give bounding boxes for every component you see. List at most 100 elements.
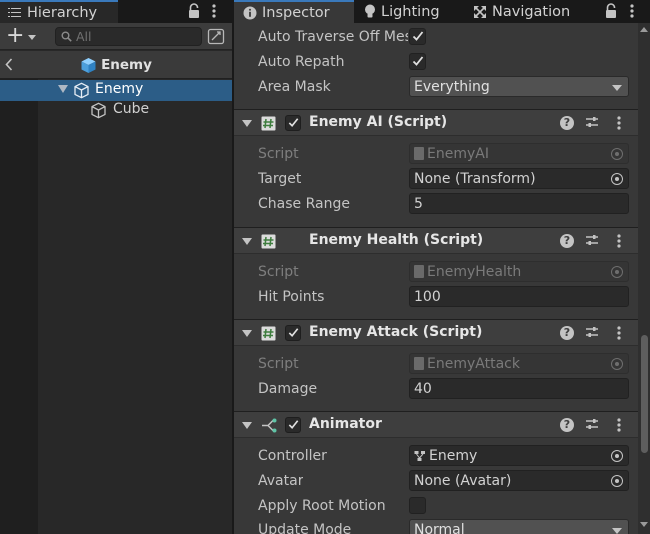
hierarchy-search-input[interactable] [76,29,196,44]
script-field: EnemyHealth [409,261,629,282]
component-enabled-checkbox[interactable] [285,115,301,131]
scroll-down-arrow-icon[interactable] [640,522,648,527]
collapse-arrow-icon[interactable] [242,422,252,429]
inspector-tab-bar: Inspector Lighting Navigation [234,0,650,23]
plus-icon: + [6,23,25,48]
target-value: None (Transform) [414,170,536,187]
script-file-icon [414,147,424,160]
tab-inspector[interactable]: Inspector [234,0,354,23]
checkmark-icon [412,56,424,66]
update-mode-dropdown[interactable]: Normal [409,519,629,534]
gameobject-cube-icon [91,102,106,119]
area-mask-label: Area Mask [258,79,331,95]
auto-traverse-checkbox[interactable] [409,28,426,45]
script-icon [261,116,276,131]
kebab-menu-icon[interactable] [614,417,624,433]
object-picker-icon[interactable] [611,450,623,462]
script-label: Script [258,356,299,372]
lock-icon[interactable] [604,3,618,19]
kebab-menu-icon[interactable] [209,3,219,19]
tab-navigation[interactable]: Navigation [473,0,593,23]
chevron-down-icon [612,528,622,534]
animator-controller-icon [414,450,425,461]
tab-hierarchy[interactable]: Hierarchy [0,0,118,23]
expand-arrow-icon[interactable] [58,85,68,93]
info-icon [243,6,257,19]
update-mode-label: Update Mode [258,522,352,534]
presets-icon[interactable] [585,115,599,129]
help-icon[interactable]: ? [560,418,574,432]
script-icon [261,234,276,249]
damage-field[interactable]: 40 [409,378,629,399]
help-icon[interactable]: ? [560,326,574,340]
animator-icon [262,418,277,433]
component-enabled-checkbox[interactable] [285,417,301,433]
component-header-enemy-ai[interactable]: Enemy AI (Script) ? [234,109,638,136]
chase-range-value: 5 [414,195,423,212]
avatar-value: None (Avatar) [414,472,512,489]
script-value: EnemyAttack [427,355,520,372]
presets-icon[interactable] [585,417,599,431]
script-label: Script [258,264,299,280]
avatar-field[interactable]: None (Avatar) [409,470,629,491]
inspector-scrollbar[interactable] [638,23,650,534]
object-picker-icon [611,148,623,160]
component-title: Enemy AI (Script) [309,114,448,130]
collapse-arrow-icon[interactable] [242,120,252,127]
hierarchy-panel: Hierarchy + All Enemy Enemy Cube [0,0,232,534]
hierarchy-row-enemy[interactable]: Enemy [0,80,232,101]
lock-icon[interactable] [187,3,201,19]
collapse-arrow-icon[interactable] [242,238,252,245]
auto-repath-checkbox[interactable] [409,53,426,70]
hierarchy-row-cube[interactable]: Cube [38,101,232,121]
damage-label: Damage [258,381,318,397]
controller-label: Controller [258,448,327,464]
object-picker-icon[interactable] [611,475,623,487]
help-icon[interactable]: ? [560,116,574,130]
damage-value: 40 [414,380,432,397]
script-value: EnemyAI [427,145,489,162]
add-object-button[interactable]: + [4,23,40,48]
apply-root-motion-checkbox[interactable] [409,497,426,514]
script-icon [261,326,276,341]
component-title: Animator [309,416,382,432]
help-icon[interactable]: ? [560,234,574,248]
target-field[interactable]: None (Transform) [409,168,629,189]
kebab-menu-icon[interactable] [614,115,624,131]
avatar-label: Avatar [258,473,304,489]
kebab-menu-icon[interactable] [614,325,624,341]
area-mask-dropdown[interactable]: Everything [409,76,629,97]
kebab-menu-icon[interactable] [627,3,637,19]
kebab-menu-icon[interactable] [614,233,624,249]
auto-traverse-label: Auto Traverse Off Mesh Link [258,29,408,45]
apply-root-motion-label: Apply Root Motion [258,498,386,514]
component-header-animator[interactable]: Animator ? [234,411,638,438]
script-file-icon [414,265,424,278]
gameobject-cube-icon [74,82,89,99]
tab-hierarchy-label: Hierarchy [27,4,98,21]
tab-lighting[interactable]: Lighting [364,0,469,23]
checkmark-icon [288,118,299,128]
scroll-up-arrow-icon[interactable] [640,27,648,32]
chevron-down-icon [612,85,622,91]
hierarchy-row-label: Enemy [95,81,144,97]
chase-range-label: Chase Range [258,196,350,212]
object-picker-icon [611,358,623,370]
hierarchy-tab-bar: Hierarchy [0,0,232,23]
component-header-enemy-attack[interactable]: Enemy Attack (Script) ? [234,319,638,346]
inspector-panel: Inspector Lighting Navigation Auto Trave… [234,0,650,534]
controller-field[interactable]: Enemy [409,445,629,466]
collapse-arrow-icon[interactable] [242,330,252,337]
scrollbar-thumb[interactable] [641,335,648,453]
presets-icon[interactable] [585,233,599,247]
hit-points-field[interactable]: 100 [409,286,629,307]
checkmark-icon [288,420,299,430]
lightbulb-icon [365,4,375,18]
component-header-enemy-health[interactable]: Enemy Health (Script) ? [234,227,638,254]
object-picker-icon[interactable] [611,173,623,185]
chase-range-field[interactable]: 5 [409,193,629,214]
presets-icon[interactable] [585,325,599,339]
component-enabled-checkbox[interactable] [285,325,301,341]
script-file-icon [414,357,424,370]
scene-view-icon[interactable] [207,28,225,45]
